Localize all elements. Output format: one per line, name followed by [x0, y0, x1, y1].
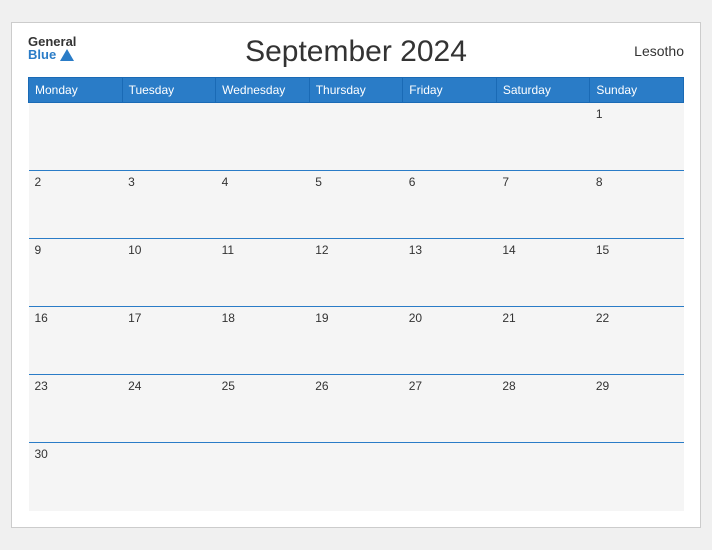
calendar-day-cell: [122, 103, 216, 171]
header-friday: Friday: [403, 78, 497, 103]
calendar-grid: Monday Tuesday Wednesday Thursday Friday…: [28, 77, 684, 511]
weekday-header-row: Monday Tuesday Wednesday Thursday Friday…: [29, 78, 684, 103]
calendar-day-cell: [403, 443, 497, 511]
day-number: 1: [596, 107, 603, 121]
day-number: 12: [315, 243, 328, 257]
calendar-day-cell: [496, 103, 590, 171]
day-number: 5: [315, 175, 322, 189]
calendar-day-cell: 10: [122, 239, 216, 307]
calendar-day-cell: [216, 443, 310, 511]
calendar-day-cell: 4: [216, 171, 310, 239]
day-number: 23: [35, 379, 48, 393]
calendar-day-cell: 3: [122, 171, 216, 239]
calendar-day-cell: [590, 443, 684, 511]
day-number: 10: [128, 243, 141, 257]
calendar-day-cell: 6: [403, 171, 497, 239]
calendar-body: 1234567891011121314151617181920212223242…: [29, 103, 684, 511]
calendar-day-cell: [309, 103, 403, 171]
header-tuesday: Tuesday: [122, 78, 216, 103]
logo-blue-text: Blue: [28, 48, 76, 61]
day-number: 26: [315, 379, 328, 393]
header-wednesday: Wednesday: [216, 78, 310, 103]
calendar-day-cell: [309, 443, 403, 511]
day-number: 25: [222, 379, 235, 393]
day-number: 20: [409, 311, 422, 325]
calendar-day-cell: 15: [590, 239, 684, 307]
calendar-day-cell: 23: [29, 375, 123, 443]
day-number: 30: [35, 447, 48, 461]
calendar-container: General Blue September 2024 Lesotho Mond…: [11, 22, 701, 528]
calendar-day-cell: 17: [122, 307, 216, 375]
calendar-week-row: 23 24 25 26 27 28 29: [29, 375, 684, 443]
day-number: 4: [222, 175, 229, 189]
calendar-day-cell: [496, 443, 590, 511]
header-saturday: Saturday: [496, 78, 590, 103]
calendar-week-row: 30: [29, 443, 684, 511]
calendar-day-cell: 14: [496, 239, 590, 307]
calendar-day-cell: 18: [216, 307, 310, 375]
day-number: 28: [502, 379, 515, 393]
day-number: 8: [596, 175, 603, 189]
calendar-day-cell: 2: [29, 171, 123, 239]
calendar-day-cell: 1: [590, 103, 684, 171]
calendar-day-cell: 28: [496, 375, 590, 443]
calendar-day-cell: 16: [29, 307, 123, 375]
calendar-week-row: 1: [29, 103, 684, 171]
calendar-day-cell: 19: [309, 307, 403, 375]
calendar-day-cell: 22: [590, 307, 684, 375]
calendar-day-cell: 25: [216, 375, 310, 443]
calendar-day-cell: 9: [29, 239, 123, 307]
calendar-day-cell: [403, 103, 497, 171]
calendar-day-cell: 29: [590, 375, 684, 443]
calendar-day-cell: 27: [403, 375, 497, 443]
calendar-day-cell: 30: [29, 443, 123, 511]
day-number: 24: [128, 379, 141, 393]
calendar-day-cell: 8: [590, 171, 684, 239]
calendar-day-cell: 12: [309, 239, 403, 307]
country-label: Lesotho: [634, 43, 684, 59]
day-number: 2: [35, 175, 42, 189]
day-number: 9: [35, 243, 42, 257]
day-number: 11: [222, 243, 234, 257]
day-number: 17: [128, 311, 141, 325]
calendar-day-cell: [216, 103, 310, 171]
calendar-week-row: 16 17 18 19 20 21 22: [29, 307, 684, 375]
calendar-day-cell: 24: [122, 375, 216, 443]
calendar-title: September 2024: [245, 35, 467, 69]
day-number: 14: [502, 243, 515, 257]
header-monday: Monday: [29, 78, 123, 103]
day-number: 19: [315, 311, 328, 325]
day-number: 7: [502, 175, 509, 189]
day-number: 3: [128, 175, 135, 189]
logo-triangle-icon: [60, 49, 74, 61]
header-thursday: Thursday: [309, 78, 403, 103]
calendar-day-cell: 20: [403, 307, 497, 375]
day-number: 15: [596, 243, 609, 257]
logo: General Blue: [28, 35, 76, 61]
day-number: 22: [596, 311, 609, 325]
day-number: 21: [502, 311, 515, 325]
calendar-day-cell: 13: [403, 239, 497, 307]
day-number: 29: [596, 379, 609, 393]
calendar-day-cell: [122, 443, 216, 511]
header-sunday: Sunday: [590, 78, 684, 103]
calendar-day-cell: [29, 103, 123, 171]
calendar-header: General Blue September 2024 Lesotho: [28, 35, 684, 69]
day-number: 18: [222, 311, 235, 325]
calendar-week-row: 9 10 11 12 13 14 15: [29, 239, 684, 307]
day-number: 16: [35, 311, 48, 325]
calendar-day-cell: 21: [496, 307, 590, 375]
calendar-week-row: 2 3 4 5 6 7 8: [29, 171, 684, 239]
calendar-day-cell: 11: [216, 239, 310, 307]
calendar-day-cell: 7: [496, 171, 590, 239]
calendar-day-cell: 5: [309, 171, 403, 239]
day-number: 13: [409, 243, 422, 257]
day-number: 27: [409, 379, 422, 393]
calendar-day-cell: 26: [309, 375, 403, 443]
day-number: 6: [409, 175, 416, 189]
